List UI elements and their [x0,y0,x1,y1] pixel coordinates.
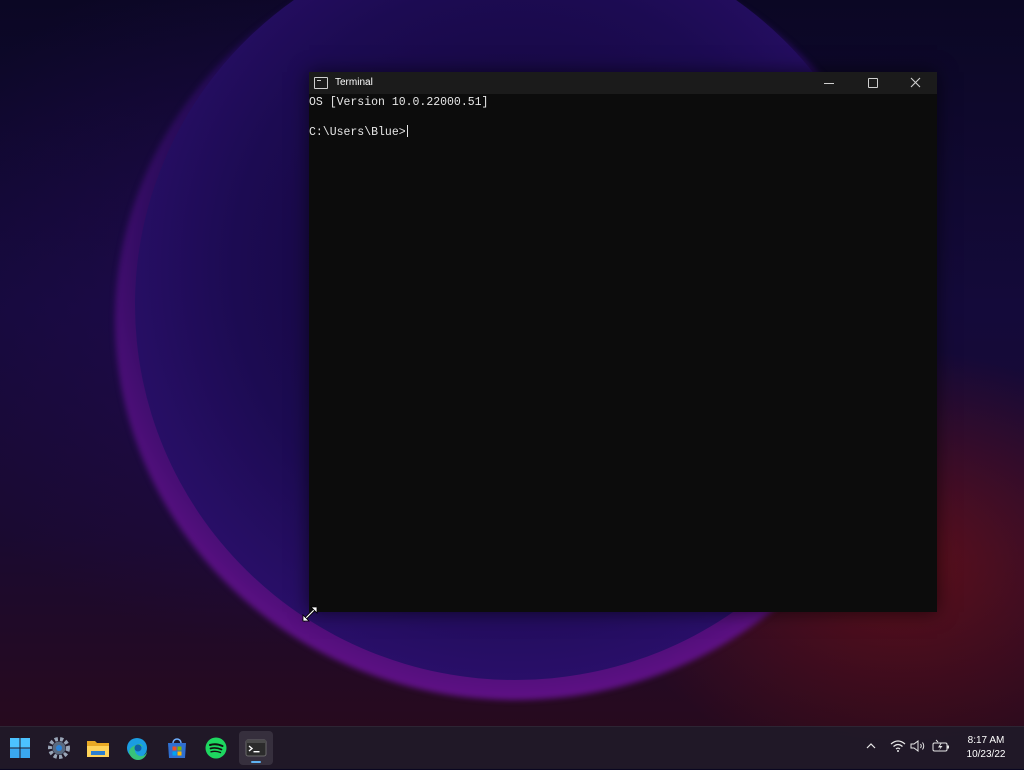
volume-icon[interactable] [910,739,928,753]
close-icon [910,77,921,88]
clock-time: 8:17 AM [967,735,1005,746]
title-bar[interactable]: Terminal [309,72,937,94]
taskbar-clock[interactable]: 8:17 AM 10/23/22 [955,734,1017,762]
console-prompt-line: C:\Users\Blue> [309,125,408,140]
active-app-indicator [251,761,261,763]
window-title: Terminal [335,77,373,88]
minimize-button[interactable] [807,72,851,94]
close-button[interactable] [893,72,937,94]
folder-icon [87,741,109,757]
taskbar-app-file-explorer[interactable] [81,731,115,765]
terminal-app-icon [314,77,328,89]
store-icon [168,738,186,758]
clock-date: 10/23/22 [966,749,1006,760]
console-prompt: C:\Users\Blue> [309,126,406,139]
text-caret [406,125,408,137]
taskbar: 8:17 AM 10/23/22 [0,726,1024,769]
maximize-button[interactable] [851,72,895,94]
edge-browser-icon [127,738,147,760]
taskbar-app-spotify[interactable] [199,731,233,765]
taskbar-app-settings[interactable] [42,731,76,765]
taskbar-app-edge[interactable] [120,731,154,765]
wifi-icon[interactable] [890,739,906,753]
chevron-up-icon[interactable] [865,739,877,753]
spotify-icon [205,737,227,759]
gear-icon [48,737,70,759]
console-line-version: OS [Version 10.0.22000.51] [309,96,489,109]
terminal-window[interactable]: Terminal OS [Version 10.0.22000.51] C:\U… [309,72,937,612]
windows-logo-icon [10,738,30,758]
console-output[interactable]: OS [Version 10.0.22000.51] C:\Users\Blue… [309,94,937,612]
resize-cursor-icon [301,605,319,623]
start-button[interactable] [3,731,37,765]
terminal-icon [245,739,267,757]
taskbar-app-store[interactable] [160,731,194,765]
battery-icon[interactable] [932,739,950,753]
taskbar-app-terminal[interactable] [239,731,273,765]
